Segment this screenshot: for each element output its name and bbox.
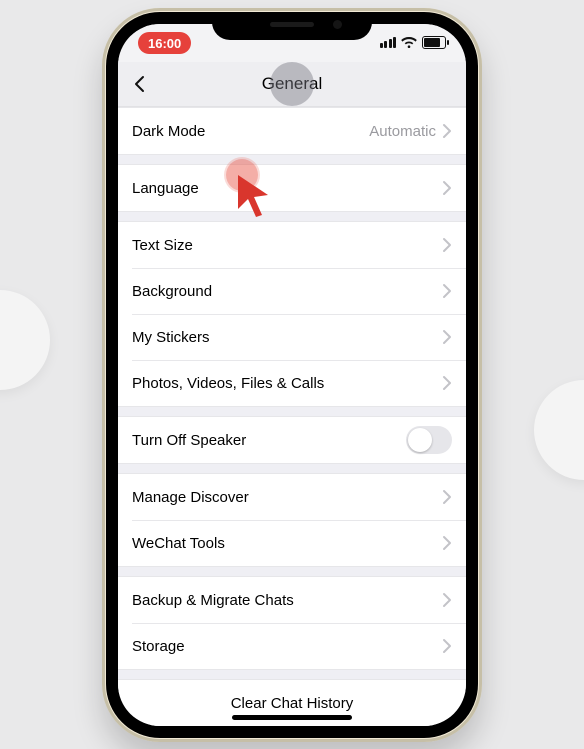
status-clock: 16:00 xyxy=(138,32,191,54)
row-dark-mode[interactable]: Dark ModeAutomatic xyxy=(118,108,466,154)
row-label: Text Size xyxy=(132,237,442,254)
row-manage-discover[interactable]: Manage Discover xyxy=(118,474,466,520)
row-label: Background xyxy=(132,283,442,300)
settings-group: Text Size Background My Stickers Photos, Vi… xyxy=(118,221,466,407)
row-wechat-tools[interactable]: WeChat Tools xyxy=(118,520,466,566)
chevron-right-icon xyxy=(442,592,452,608)
phone-frame: 16:00 General xyxy=(102,8,482,742)
home-indicator[interactable] xyxy=(232,715,352,720)
chevron-right-icon xyxy=(442,237,452,253)
row-photos-videos-files-calls[interactable]: Photos, Videos, Files & Calls xyxy=(118,360,466,406)
row-label: Photos, Videos, Files & Calls xyxy=(132,375,442,392)
toggle-turn-off-speaker[interactable] xyxy=(406,426,452,454)
row-label: Storage xyxy=(132,638,442,655)
back-button[interactable] xyxy=(128,72,152,96)
chevron-right-icon xyxy=(442,638,452,654)
row-label: Manage Discover xyxy=(132,489,442,506)
nav-bar: General xyxy=(118,62,466,107)
row-label: Language xyxy=(132,180,442,197)
row-turn-off-speaker[interactable]: Turn Off Speaker xyxy=(118,417,466,463)
row-label: Turn Off Speaker xyxy=(132,432,406,449)
row-label: Backup & Migrate Chats xyxy=(132,592,442,609)
settings-group: Backup & Migrate Chats Storage xyxy=(118,576,466,670)
row-label: Clear Chat History xyxy=(231,695,354,712)
chevron-right-icon xyxy=(442,535,452,551)
row-storage[interactable]: Storage xyxy=(118,623,466,669)
row-background[interactable]: Background xyxy=(118,268,466,314)
settings-list[interactable]: Dark ModeAutomatic Language Text Size Backg… xyxy=(118,107,466,726)
chevron-right-icon xyxy=(442,283,452,299)
settings-group: Dark ModeAutomatic xyxy=(118,107,466,155)
status-clock-text: 16:00 xyxy=(148,36,181,51)
row-backup-migrate-chats[interactable]: Backup & Migrate Chats xyxy=(118,577,466,623)
cellular-icon xyxy=(380,37,397,48)
chevron-right-icon xyxy=(442,180,452,196)
row-label: WeChat Tools xyxy=(132,535,442,552)
settings-group: Language xyxy=(118,164,466,212)
chevron-right-icon xyxy=(442,489,452,505)
wifi-icon xyxy=(401,37,417,49)
row-value: Automatic xyxy=(369,123,436,140)
background-prop-right xyxy=(534,380,584,480)
phone-bezel: 16:00 General xyxy=(106,12,478,738)
background-prop-left xyxy=(0,290,50,390)
settings-group: Turn Off Speaker xyxy=(118,416,466,464)
row-text-size[interactable]: Text Size xyxy=(118,222,466,268)
row-language[interactable]: Language xyxy=(118,165,466,211)
settings-group: Manage Discover WeChat Tools xyxy=(118,473,466,567)
screen: 16:00 General xyxy=(118,24,466,726)
row-label: My Stickers xyxy=(132,329,442,346)
status-right xyxy=(380,36,447,49)
chevron-right-icon xyxy=(442,329,452,345)
notch xyxy=(212,12,372,40)
touch-overlay-header xyxy=(270,62,314,106)
chevron-right-icon xyxy=(442,123,452,139)
battery-icon xyxy=(422,36,446,49)
chevron-right-icon xyxy=(442,375,452,391)
row-label: Dark Mode xyxy=(132,123,369,140)
row-my-stickers[interactable]: My Stickers xyxy=(118,314,466,360)
